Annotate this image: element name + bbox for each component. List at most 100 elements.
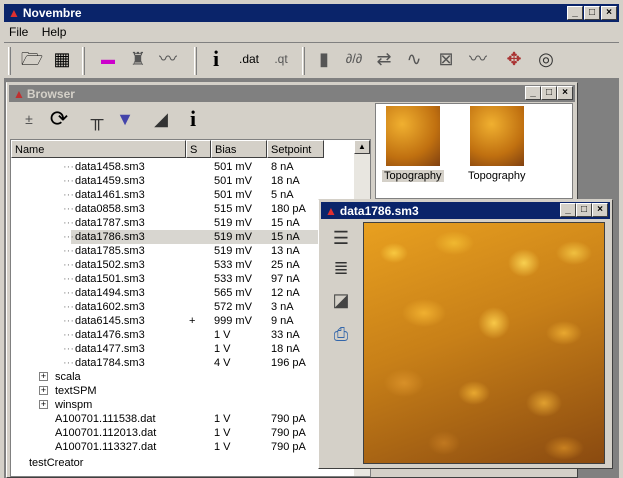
file-name: data1602.sm3 [75, 301, 145, 313]
file-name: data1459.sm3 [75, 175, 145, 187]
setpoint-value: 12 nA [271, 287, 300, 299]
table-row[interactable]: ··· data1459.sm3 501 mV 18 nA [11, 174, 361, 188]
bias-value: 533 mV [214, 259, 252, 271]
tree-line: ··· [63, 231, 74, 243]
table-row[interactable]: ··· data1502.sm3 533 mV 25 nA [11, 258, 361, 272]
spiral-icon[interactable]: ◎ [532, 45, 560, 73]
table-row[interactable]: ··· data1476.sm3 1 V 33 nA [11, 328, 361, 342]
file-name: data1461.sm3 [75, 189, 145, 201]
bias-value: 519 mV [214, 217, 252, 229]
setpoint-value: 15 nA [271, 217, 300, 229]
s-value: + [189, 315, 196, 327]
export-image-icon[interactable]: ◪ [327, 286, 355, 314]
table-row[interactable]: ··· data1458.sm3 501 mV 8 nA [11, 160, 361, 174]
dat-export-icon[interactable]: .dat [232, 45, 266, 73]
list-icon[interactable]: ☰ [327, 224, 355, 252]
close-button[interactable]: × [601, 6, 617, 20]
table-row[interactable]: ··· data1785.sm3 519 mV 13 nA [11, 244, 361, 258]
thumbnail-label: Topography [382, 170, 444, 182]
column-s[interactable]: S [186, 140, 211, 158]
gradient-icon[interactable]: ◢ [147, 105, 175, 133]
bias-value: 519 mV [214, 231, 252, 243]
file-name: A100701.112013.dat [55, 427, 157, 439]
info-icon[interactable]: i [202, 45, 230, 73]
app-logo-icon: ▲ [325, 203, 337, 218]
folder-item[interactable]: + scala [11, 370, 361, 384]
table-row[interactable]: A100701.112013.dat 1 V 790 pA [11, 426, 361, 440]
viewer-maximize-button[interactable]: □ [576, 203, 592, 217]
setpoint-value: 33 nA [271, 329, 300, 341]
table-row[interactable]: ··· data1501.sm3 533 mV 97 nA [11, 272, 361, 286]
folder-item[interactable]: + textSPM [11, 384, 361, 398]
browser-minimize-button[interactable]: _ [525, 86, 541, 100]
open-folder-icon[interactable]: 🗁 [18, 45, 46, 73]
bias-value: 1 V [214, 329, 231, 341]
bars-icon[interactable]: ▮ [310, 45, 338, 73]
color-palette-icon[interactable]: ▬ [94, 45, 122, 73]
fit-curve-icon[interactable]: ∿ [400, 45, 428, 73]
expand-icon[interactable]: + [39, 372, 48, 381]
bias-value: 501 mV [214, 189, 252, 201]
tree-line: ··· [63, 217, 74, 229]
derivative-icon[interactable]: ∂/∂ [340, 45, 368, 73]
filter-person-icon[interactable]: ♜ [124, 45, 152, 73]
thumbnail-panel: Topography Topography [375, 103, 573, 199]
tree-line: ··· [63, 161, 74, 173]
tree-line: ··· [63, 189, 74, 201]
viewer-minimize-button[interactable]: _ [560, 203, 576, 217]
scroll-up-button[interactable]: ▲ [354, 140, 370, 154]
arrows-icon[interactable]: ⇄ [370, 45, 398, 73]
compare-icon[interactable]: ⊠ [432, 45, 460, 73]
add-remove-icon[interactable]: ± [15, 105, 43, 133]
ordered-list-icon[interactable]: ≣ [327, 254, 355, 282]
bias-value: 519 mV [214, 245, 252, 257]
table-row[interactable]: ··· data0858.sm3 515 mV 180 pA [11, 202, 361, 216]
folder-name: testCreator [29, 457, 84, 469]
thumbnail[interactable] [470, 106, 524, 166]
minimize-button[interactable]: _ [567, 6, 583, 20]
folder-item[interactable]: + winspm [11, 398, 361, 412]
expand-icon[interactable]: + [39, 386, 48, 395]
table-row[interactable]: ··· data1477.sm3 1 V 18 nA [11, 342, 361, 356]
tree-line: ··· [63, 245, 74, 257]
qt-export-icon[interactable]: .qt [266, 45, 296, 73]
filter-icon[interactable]: ▼ [111, 105, 139, 133]
bias-value: 515 mV [214, 203, 252, 215]
table-row[interactable]: ··· data1461.sm3 501 mV 5 nA [11, 188, 361, 202]
table-row[interactable]: ··· data1602.sm3 572 mV 3 nA [11, 300, 361, 314]
setpoint-value: 25 nA [271, 259, 300, 271]
folder-item[interactable]: testCreator [11, 456, 361, 470]
profile-icon[interactable]: 〰 [464, 45, 492, 73]
file-name: data1494.sm3 [75, 287, 145, 299]
thumbnail[interactable] [386, 106, 440, 166]
column-setpoint[interactable]: Setpoint [267, 140, 324, 158]
points-icon[interactable]: ✥ [500, 45, 528, 73]
file-name: data1502.sm3 [75, 259, 145, 271]
menu-file[interactable]: File [9, 25, 28, 39]
viewer-close-button[interactable]: × [592, 203, 608, 217]
maximize-button[interactable]: □ [584, 6, 600, 20]
browser-title: Browser [26, 86, 75, 101]
menu-help[interactable]: Help [42, 25, 67, 39]
browser-close-button[interactable]: × [557, 86, 573, 100]
refresh-icon[interactable]: ⟳ [45, 105, 73, 133]
column-name[interactable]: Name [11, 140, 186, 158]
info-icon[interactable]: i [179, 105, 207, 133]
setpoint-value: 196 pA [271, 357, 306, 369]
expand-icon[interactable]: + [39, 400, 48, 409]
curve-icon[interactable]: 〰 [154, 45, 182, 73]
table-row[interactable]: A100701.111538.dat 1 V 790 pA [11, 412, 361, 426]
table-row[interactable]: ··· data1494.sm3 565 mV 12 nA [11, 286, 361, 300]
folder-name: textSPM [55, 385, 97, 397]
layout-grid-icon[interactable]: ▦ [48, 45, 76, 73]
bias-value: 999 mV [214, 315, 252, 327]
table-row[interactable]: A100701.113327.dat 1 V 790 pA [11, 440, 361, 454]
table-row[interactable]: ··· data6145.sm3 +999 mV 9 nA [11, 314, 361, 328]
table-row[interactable]: ··· data1787.sm3 519 mV 15 nA [11, 216, 361, 230]
topography-image[interactable] [363, 222, 605, 464]
print-icon[interactable]: ⎙ [327, 320, 355, 348]
column-bias[interactable]: Bias [211, 140, 267, 158]
table-row[interactable]: ··· data1784.sm3 4 V 196 pA [11, 356, 361, 370]
columns-icon[interactable]: ╥ [83, 105, 111, 133]
browser-maximize-button[interactable]: □ [541, 86, 557, 100]
